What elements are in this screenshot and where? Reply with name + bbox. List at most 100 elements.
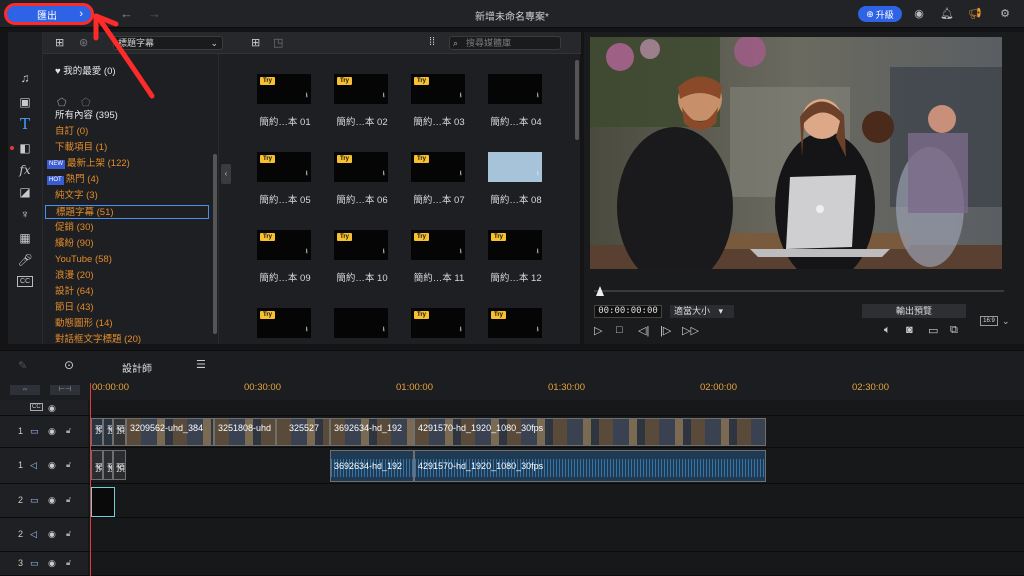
timeline-ruler[interactable]: ⇔ ⊢⊣ 00:00:00 00:30:00 01:00:00 01:30:00 02:… <box>0 380 1024 400</box>
download-icon[interactable]: ⭳ <box>460 247 462 258</box>
audio-clip[interactable]: 預 <box>113 450 126 480</box>
play-icon[interactable]: ▷ <box>594 324 602 337</box>
chevron-down-icon[interactable]: ⌄ <box>1002 316 1010 327</box>
export-button[interactable]: 匯出 › <box>4 3 94 25</box>
particle-icon[interactable]: ♆ <box>16 206 34 222</box>
video-clip[interactable]: 3692634-hd_192 <box>330 418 414 446</box>
template-tile[interactable]: Try ⭳ 簡約…本 11 <box>387 218 467 288</box>
chevron-circle-icon[interactable]: ⊙ <box>64 358 74 372</box>
template-tile[interactable]: ⭳ 簡約…本 04 <box>464 62 544 132</box>
preview-scrubber[interactable] <box>594 290 1004 292</box>
download-icon[interactable]: ⭳ <box>306 91 308 102</box>
eye-icon[interactable]: ◉ <box>48 558 56 569</box>
download-icon[interactable]: ⭳ <box>306 169 308 180</box>
download-icon[interactable]: ⊛ <box>79 36 88 49</box>
template-tile[interactable]: Try ⭳ 簡約…本 03 <box>387 62 467 132</box>
timecode-display[interactable]: 00:00:00:00 <box>594 305 662 318</box>
download-icon[interactable]: ⭳ <box>383 325 385 336</box>
preview-video[interactable] <box>590 37 1002 269</box>
microphone-icon[interactable]: 🎤︎ <box>16 252 34 268</box>
video-clip[interactable]: 3251808-uhd <box>214 418 276 446</box>
video-clip[interactable]: 3209562-uhd_384 <box>126 418 214 446</box>
zoom-fit-dropdown[interactable]: 適當大小 ▾ <box>670 305 734 318</box>
download-icon[interactable]: ⭳ <box>306 247 308 258</box>
download-icon[interactable]: ⭳ <box>460 91 462 102</box>
download-icon[interactable]: ⭳ <box>383 247 385 258</box>
library-scrollbar[interactable] <box>575 60 579 140</box>
stop-icon[interactable]: □ <box>616 324 623 336</box>
download-icon[interactable]: ⭳ <box>306 325 308 336</box>
media-icon[interactable]: ♫ <box>16 70 34 86</box>
title-icon[interactable]: T <box>16 116 34 132</box>
undo-icon[interactable]: ← <box>120 6 133 21</box>
template-tile[interactable]: ⭳ <box>310 296 390 344</box>
template-tile[interactable]: Try ⭳ 簡約…本 07 <box>387 140 467 210</box>
template-tile[interactable]: Try ⭳ 簡約…本 05 <box>233 140 313 210</box>
chapter-icon[interactable]: ☰ <box>196 358 206 371</box>
eye-icon[interactable]: ◉ <box>48 426 56 437</box>
video-clip[interactable]: 預 <box>113 418 126 446</box>
category-item[interactable]: 節日 (43) <box>55 301 94 315</box>
add-template-icon[interactable]: ⊞ <box>251 36 260 49</box>
template-tile[interactable]: Try ⭳ <box>233 296 313 344</box>
fast-forward-icon[interactable]: ▷▷ <box>682 324 699 337</box>
remove-favorite-icon[interactable]: ⬠ <box>81 96 91 109</box>
template-tile[interactable]: Try ⭳ 簡約…本 09 <box>233 218 313 288</box>
prev-frame-icon[interactable]: ◁| <box>638 324 649 337</box>
audio-clip[interactable]: 3692634-hd_192 <box>330 450 414 482</box>
snapshot-icon[interactable]: ◙ <box>906 324 913 336</box>
lock-icon[interactable]: 🔓︎ <box>66 529 71 539</box>
download-icon[interactable]: ⭳ <box>537 169 539 180</box>
eye-icon[interactable]: ◉ <box>48 529 56 540</box>
lock-icon[interactable]: 🔓︎ <box>66 426 71 436</box>
video-clip[interactable]: 325527 <box>276 418 330 446</box>
download-icon[interactable]: ⭳ <box>460 325 462 336</box>
category-item[interactable]: 動態圖形 (14) <box>55 317 113 331</box>
volume-icon[interactable]: 🔈︎ <box>884 324 891 337</box>
template-tile[interactable]: Try ⭳ 簡約…本 12 <box>464 218 544 288</box>
eye-icon[interactable]: ◉ <box>48 495 56 506</box>
next-frame-icon[interactable]: |▷ <box>660 324 671 337</box>
lock-icon[interactable]: 🔓︎ <box>66 495 71 505</box>
fit-track-icon[interactable]: ⇔ <box>10 385 40 395</box>
title-clip[interactable] <box>91 487 115 517</box>
category-item[interactable]: 浪漫 (20) <box>55 269 94 283</box>
video-clip[interactable]: 預 <box>91 418 103 446</box>
subtitle-icon[interactable]: CC <box>17 276 33 287</box>
collapse-panel-button[interactable]: ‹ <box>221 164 231 184</box>
category-item[interactable]: HOT 熱門 (4) <box>47 173 99 187</box>
category-item[interactable]: 對話框文字標題 (20) <box>55 333 141 347</box>
megaphone-icon[interactable]: 📢︎ <box>968 7 982 21</box>
category-dropdown[interactable]: 標題字幕 ⌄ <box>113 36 223 50</box>
pen-icon[interactable]: ✎ <box>18 359 27 372</box>
video-icon[interactable]: ▣ <box>16 94 34 110</box>
eye-icon[interactable]: ◉ <box>48 460 56 471</box>
template-tile[interactable]: Try ⭳ <box>464 296 544 344</box>
download-icon[interactable]: ⭳ <box>383 169 385 180</box>
video-clip[interactable]: 4291570-hd_1920_1080_30fps <box>414 418 766 446</box>
eye-icon[interactable]: ◉ <box>48 403 56 414</box>
search-input[interactable]: ⌕ 搜尋媒體庫 <box>449 36 561 50</box>
download-icon[interactable]: ⭳ <box>537 325 539 336</box>
download-icon[interactable]: ⭳ <box>537 247 539 258</box>
redo-icon[interactable]: → <box>148 6 161 21</box>
category-item[interactable]: 自訂 (0) <box>55 125 88 139</box>
zoom-track-icon[interactable]: ⊢⊣ <box>50 385 80 395</box>
designer-button[interactable]: 設計師 <box>122 360 152 375</box>
category-item[interactable]: 下載項目 (1) <box>55 141 107 155</box>
download-icon[interactable]: ⭳ <box>460 169 462 180</box>
category-item[interactable]: 標題字幕 (51) <box>45 205 209 219</box>
add-favorite-icon[interactable]: ⬠ <box>57 96 67 109</box>
audio-clip[interactable]: 預 <box>91 450 103 480</box>
audio-clip[interactable]: 4291570-hd_1920_1080_30fps <box>414 450 766 482</box>
download-icon[interactable]: ⭳ <box>383 91 385 102</box>
template-tile[interactable]: Try ⭳ 簡約…本 06 <box>310 140 390 210</box>
category-item[interactable]: ♥ 我的最愛 (0) <box>55 65 116 79</box>
import-icon[interactable]: ⊞ <box>55 36 64 49</box>
category-item[interactable]: 所有內容 (395) <box>55 109 118 123</box>
category-item[interactable]: YouTube (58) <box>55 253 112 267</box>
lock-icon[interactable]: 🔓︎ <box>66 460 71 470</box>
download-icon[interactable]: ⭳ <box>537 91 539 102</box>
undock-icon[interactable]: ⧉ <box>950 324 958 337</box>
template-tile[interactable]: Try ⭳ 簡約…本 01 <box>233 62 313 132</box>
